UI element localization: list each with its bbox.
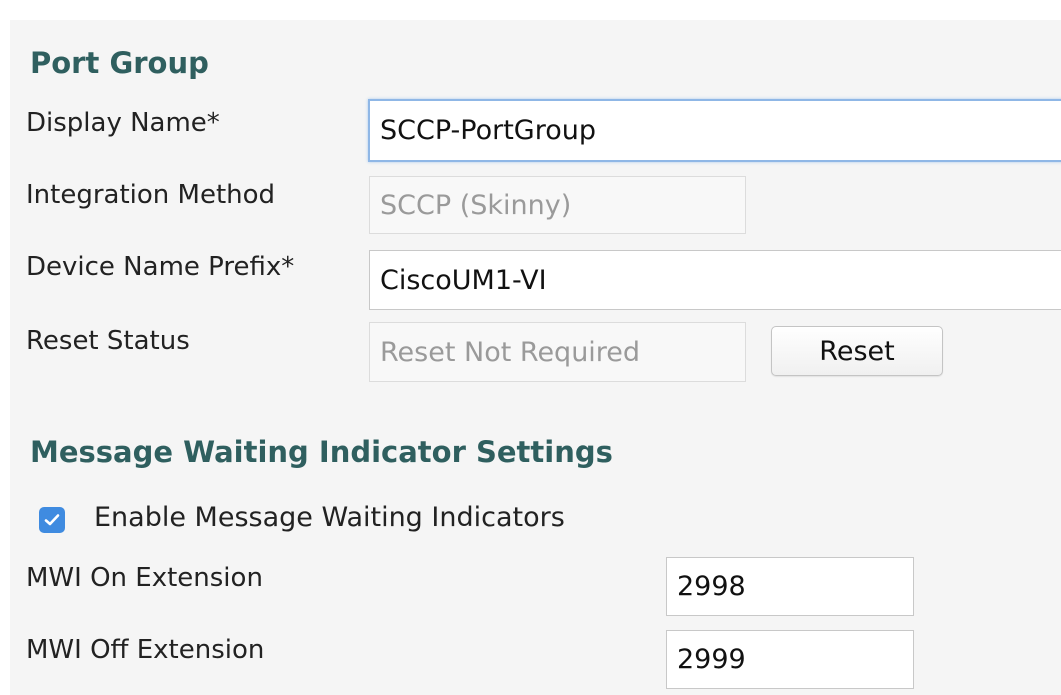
enable-mwi-checkbox[interactable] xyxy=(39,507,65,533)
device-name-prefix-input[interactable]: CiscoUM1-VI xyxy=(369,250,1061,310)
mwi-off-extension-label: MWI Off Extension xyxy=(26,635,265,665)
reset-button[interactable]: Reset xyxy=(771,326,943,376)
mwi-on-extension-value: 2998 xyxy=(677,571,746,602)
mwi-on-extension-label: MWI On Extension xyxy=(26,563,263,593)
reset-status-value: Reset Not Required xyxy=(380,336,641,368)
display-name-value: SCCP-PortGroup xyxy=(380,115,596,146)
mwi-off-extension-value: 2999 xyxy=(677,644,746,675)
enable-mwi-label[interactable]: Enable Message Waiting Indicators xyxy=(94,502,565,533)
integration-method-value: SCCP (Skinny) xyxy=(380,189,572,221)
reset-status-label: Reset Status xyxy=(26,326,190,356)
display-name-input[interactable]: SCCP-PortGroup xyxy=(368,99,1061,162)
device-name-prefix-value: CiscoUM1-VI xyxy=(380,264,547,296)
reset-status-field: Reset Not Required xyxy=(369,322,746,382)
mwi-heading: Message Waiting Indicator Settings xyxy=(30,435,613,469)
integration-method-field: SCCP (Skinny) xyxy=(369,176,746,234)
integration-method-label: Integration Method xyxy=(26,180,276,210)
checkmark-icon xyxy=(44,514,60,526)
mwi-off-extension-input[interactable]: 2999 xyxy=(666,630,914,689)
device-name-prefix-label: Device Name Prefix* xyxy=(26,252,295,282)
display-name-label: Display Name* xyxy=(26,108,220,138)
settings-panel: Port Group Display Name* SCCP-PortGroup … xyxy=(10,20,1061,695)
mwi-on-extension-input[interactable]: 2998 xyxy=(666,557,914,616)
port-group-heading: Port Group xyxy=(30,46,209,80)
